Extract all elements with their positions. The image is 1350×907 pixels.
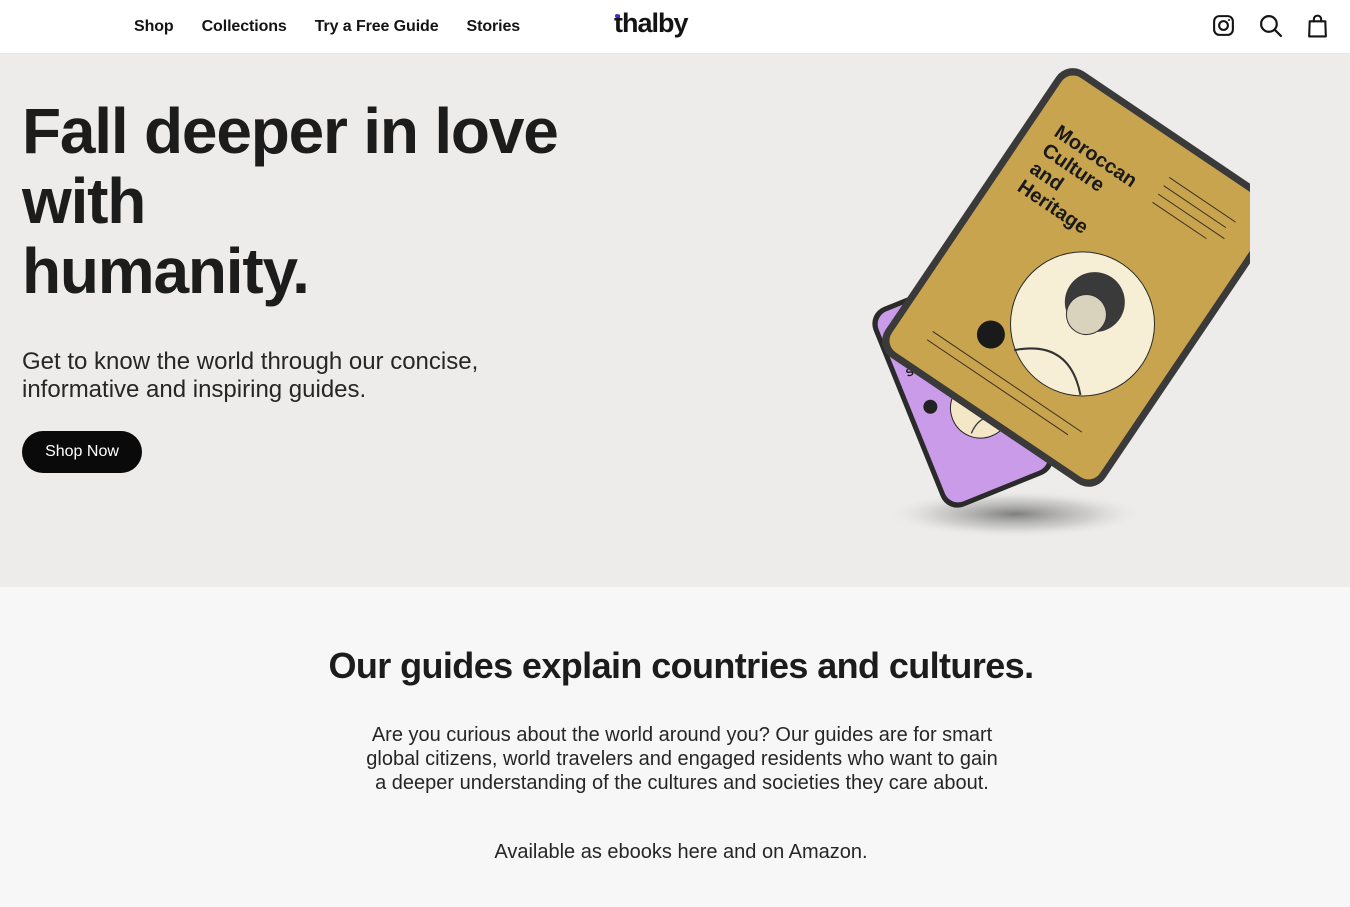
nav-collections[interactable]: Collections: [202, 18, 287, 36]
logo-text: thalby: [614, 8, 689, 38]
hero-subtitle: Get to know the world through our concis…: [22, 348, 479, 403]
bag-icon[interactable]: [1305, 13, 1330, 38]
search-icon[interactable]: [1258, 13, 1283, 38]
hero-title-line3: humanity.: [22, 235, 310, 307]
shop-now-button[interactable]: Shop Now: [22, 431, 142, 473]
section-body: Are you curious about the world around y…: [366, 724, 998, 794]
device-shadow: [885, 490, 1145, 538]
logo-dot: [615, 14, 619, 18]
guides-intro-section: Our guides explain countries and culture…: [0, 587, 1350, 907]
hero-title-line2: with: [22, 165, 146, 237]
section-title: Our guides explain countries and culture…: [328, 645, 1035, 686]
header-icons: [1211, 13, 1330, 38]
instagram-icon[interactable]: [1211, 13, 1236, 38]
hero-title: Fall deeper in love with humanity.: [22, 96, 582, 306]
site-header: Shop Collections Try a Free Guide Storie…: [0, 0, 1350, 54]
nav-stories[interactable]: Stories: [467, 18, 521, 36]
nav-shop[interactable]: Shop: [134, 18, 174, 36]
nav-free-guide[interactable]: Try a Free Guide: [315, 18, 439, 36]
site-logo[interactable]: thalby: [614, 8, 689, 39]
hero-title-line1: Fall deeper in love: [22, 95, 559, 167]
hero-section: Fall deeper in love with humanity. Get t…: [0, 54, 1350, 587]
availability-note: Available as ebooks here and on Amazon.: [494, 841, 868, 863]
device-mockups-image: French People and Society Moroccan Cultu…: [870, 64, 1280, 554]
main-nav: Shop Collections Try a Free Guide Storie…: [134, 0, 520, 54]
